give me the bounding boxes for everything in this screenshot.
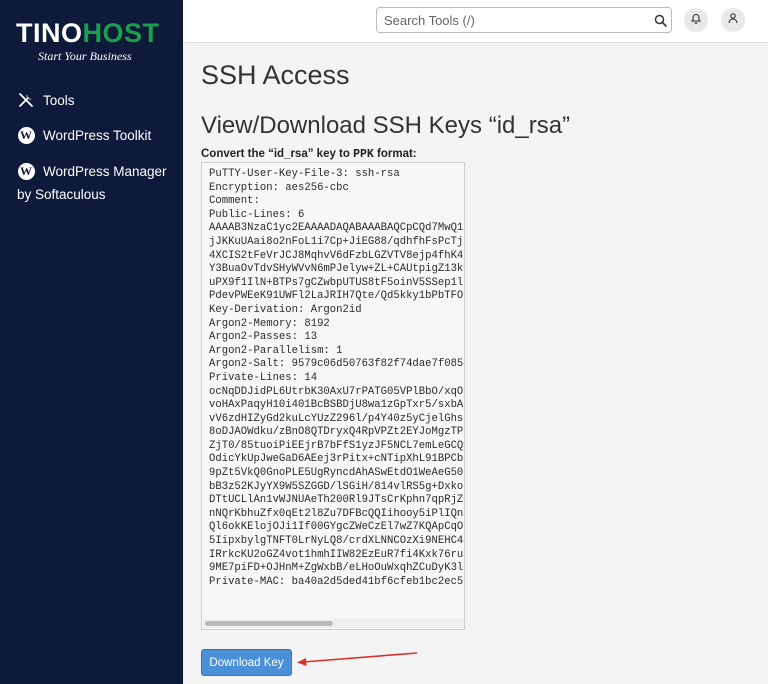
user-menu-button[interactable]: [721, 8, 745, 32]
bell-icon: [690, 11, 702, 29]
download-key-button[interactable]: Download Key: [201, 649, 292, 676]
key-line: bB3z52KJyYX9W5SZGGD/lSGiH/814vlRS5g+Dxko…: [209, 480, 465, 493]
convert-label: Convert the “id_rsa” key to PPK format:: [201, 148, 417, 161]
key-line: ZjT0/85tuoiPiEEjrB7bFfS1yzJF5NCL7emLeGCQ…: [209, 439, 465, 452]
key-line: Encryption: aes256-cbc: [209, 181, 349, 194]
key-line: IRrkcKU2oGZ4vot1hmhIIW82EzEuR7fi4Kxk76ru…: [209, 548, 465, 561]
wordpress-icon: W: [17, 162, 35, 180]
key-line: 5IipxbylgTNFT0LrNyLQ8/crdXLNNCOzXi9NEHC4…: [209, 535, 465, 548]
key-line: jJKKuUAai8o2nFoL1i7Cp+JiEG88/qdhfhFsPcTj…: [209, 235, 465, 248]
key-line: PdevPWEeK91UWFl2LaJRIH7Qte/Qd5kky1bPbTFO…: [209, 290, 465, 303]
key-line: nNQrKbhuZfx0qEt2l8Zu7DFBcQQIihooy5iPlIQn…: [209, 507, 465, 520]
top-bar: [183, 0, 768, 43]
key-line: Ql6okKElojOJi1If00GYgcZWeCzEl7wZ7KQApCqO…: [209, 521, 465, 534]
key-line: vV6zdHIZyGd2kuLcYUzZ296l/p4Y40z5yCjelGhs…: [209, 412, 465, 425]
annotation-arrow: [297, 652, 418, 666]
page-title: SSH Access: [201, 60, 350, 90]
key-line: Argon2-Passes: 13: [209, 331, 318, 344]
key-line: 9ME7piFD+OJHnM+ZgWxbB/eLHoOuWxqhZCuDyK3l…: [209, 562, 465, 575]
user-icon: [727, 11, 739, 29]
key-line: DTtUCLlAn1vWJNUAeTh200Rl9JTsCrKphn7qpRjZ…: [209, 494, 465, 507]
sidebar: TINOHOST Start Your Business Tools W Wor…: [0, 0, 183, 684]
convert-label-prefix: Convert the “id_rsa” key to: [201, 148, 354, 160]
search-icon[interactable]: [649, 14, 671, 27]
notifications-button[interactable]: [684, 8, 708, 32]
key-line: Private-MAC: ba40a2d5ded41bf6cfeb1bc2ec5…: [209, 575, 465, 588]
tinohost-logo[interactable]: TINOHOST Start Your Business: [16, 18, 176, 66]
sidebar-item-label: WordPress Toolkit: [43, 127, 152, 143]
sidebar-item-wordpress-toolkit[interactable]: W WordPress Toolkit: [17, 126, 151, 144]
key-line: Key-Derivation: Argon2id: [209, 303, 362, 316]
key-line: Comment:: [209, 195, 260, 208]
key-line: voHAxPaqyH10i401BcBSBDjU8wa1zGpTxr5/sxbA…: [209, 399, 465, 412]
key-line: Private-Lines: 14: [209, 371, 318, 384]
key-line: AAAAB3NzaC1yc2EAAAADAQABAAABAQCpCQd7MwQ1…: [209, 222, 465, 235]
convert-label-suffix: format:: [373, 148, 417, 160]
key-line: Argon2-Salt: 9579c06d50763f82f74dae7f085…: [209, 358, 465, 371]
key-line: Argon2-Parallelism: 1: [209, 344, 343, 357]
key-content: PuTTY-User-Key-File-3: ssh-rsa Encryptio…: [209, 168, 465, 589]
sidebar-item-label: Tools: [43, 92, 75, 108]
logo-tagline: Start Your Business: [38, 49, 132, 63]
key-line: 8oDJAOWdku/zBnO8QTDryxQ4RpVPZt2EYJoMgzTP…: [209, 426, 465, 439]
main-content: SSH Access View/Download SSH Keys “id_rs…: [183, 43, 768, 684]
logo-text-tino: TINO: [16, 18, 83, 48]
ppk-key-textarea[interactable]: PuTTY-User-Key-File-3: ssh-rsa Encryptio…: [201, 162, 465, 630]
horizontal-scrollbar[interactable]: [203, 619, 463, 628]
search-box[interactable]: [376, 7, 672, 33]
key-line: uPX9f1IlN+BTPs7gCZwbpUTUS8tF5oinV5SSep1l…: [209, 276, 465, 289]
key-line: Public-Lines: 6: [209, 208, 305, 221]
sidebar-item-label: WordPress Manager: [43, 163, 167, 179]
key-line: Y3BuaOvTdvSHyWVvN6mPJelyw+ZL+CAUtpigZ13k…: [209, 263, 465, 276]
tools-icon: [17, 91, 35, 109]
sidebar-item-tools[interactable]: Tools: [17, 91, 75, 109]
logo-text-host: HOST: [82, 18, 160, 48]
key-line: OdicYkUpJweGaD6AEej3rPitx+cNTipXhL91BPCb…: [209, 453, 465, 466]
convert-label-format: PPK: [353, 148, 374, 161]
section-title: View/Download SSH Keys “id_rsa”: [201, 112, 571, 139]
search-input[interactable]: [377, 11, 649, 29]
sidebar-item-sublabel[interactable]: by Softaculous: [17, 187, 106, 202]
key-line: PuTTY-User-Key-File-3: ssh-rsa: [209, 168, 400, 180]
scrollbar-thumb[interactable]: [205, 621, 333, 626]
key-line: 4XCIS2tFeVrJCJ8MqhvV6dFzbLGZVTV8ejp4fhK4…: [209, 249, 465, 262]
key-line: Argon2-Memory: 8192: [209, 317, 330, 330]
key-line: ocNqDDJidPL6UtrbK30AxU7rPATG05VPlBbO/xqO…: [209, 385, 465, 398]
key-line: 9pZt5VkQ0GnoPLE5UgRyncdAhASwEtdO1WeAeG50…: [209, 467, 465, 480]
wordpress-icon: W: [17, 126, 35, 144]
sidebar-item-wordpress-manager[interactable]: W WordPress Manager: [17, 162, 167, 180]
